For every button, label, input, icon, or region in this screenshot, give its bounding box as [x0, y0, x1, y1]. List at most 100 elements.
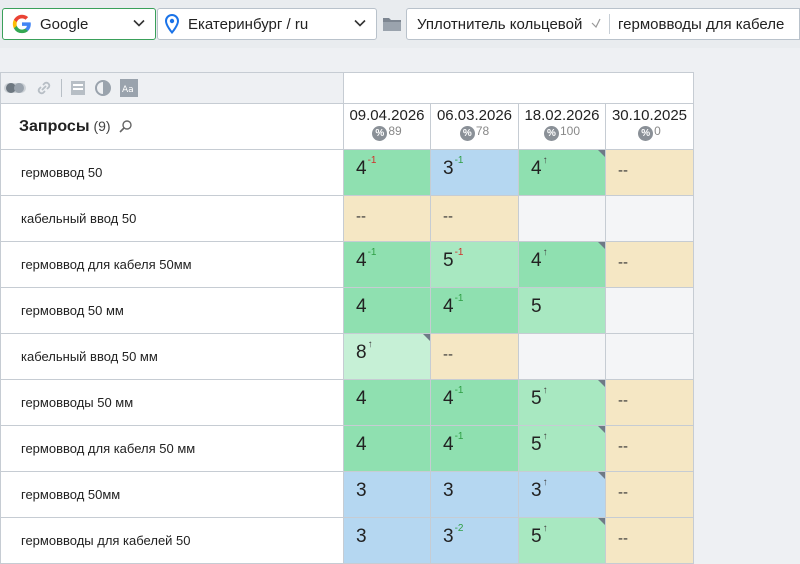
- keyword-group-selector[interactable]: Уплотнитель кольцевой гермовводы для каб…: [406, 8, 800, 40]
- position-value: 4: [356, 388, 367, 409]
- region-label: Екатеринбург / ru: [188, 15, 309, 33]
- position-value: --: [618, 484, 628, 501]
- query-cell[interactable]: гермоввод 50мм: [0, 471, 344, 518]
- position-cell[interactable]: --: [605, 149, 694, 196]
- position-value: 5: [531, 296, 542, 317]
- position-cell[interactable]: 3: [430, 471, 519, 518]
- position-cell[interactable]: --: [343, 195, 431, 242]
- contrast-icon[interactable]: [94, 79, 112, 97]
- query-cell[interactable]: гермоввод 50: [0, 149, 344, 196]
- position-value: 3: [443, 480, 454, 501]
- divider: [61, 79, 62, 97]
- position-value: --: [618, 254, 628, 271]
- keyword-group-1[interactable]: Уплотнитель кольцевой: [407, 16, 603, 33]
- position-cell[interactable]: 5 ↑: [518, 517, 606, 564]
- percent-icon: %: [372, 126, 388, 141]
- divider: [609, 14, 610, 34]
- position-cell[interactable]: 3 -2: [430, 517, 519, 564]
- position-cell[interactable]: [518, 333, 606, 380]
- folder-icon[interactable]: [382, 16, 402, 32]
- table-row: кабельный ввод 50 мм 8 ↑ --: [0, 333, 694, 380]
- position-cell[interactable]: 4 -1: [430, 287, 519, 334]
- table-icon[interactable]: [70, 80, 86, 96]
- position-cell[interactable]: [605, 195, 694, 242]
- query-cell[interactable]: гермоввод для кабеля 50 мм: [0, 425, 344, 472]
- search-icon[interactable]: [119, 119, 133, 133]
- position-cell[interactable]: 3 ↑: [518, 471, 606, 518]
- position-cell[interactable]: 4 -1: [343, 149, 431, 196]
- position-value: --: [618, 392, 628, 409]
- chevron-down-icon: [354, 19, 366, 27]
- position-cell[interactable]: 5 ↑: [518, 425, 606, 472]
- query-cell[interactable]: гермоввод для кабеля 50мм: [0, 241, 344, 288]
- date-label: 09.04.2026: [349, 107, 425, 124]
- position-cell[interactable]: [605, 287, 694, 334]
- percent-icon: %: [543, 126, 559, 141]
- position-cell[interactable]: 5 ↑: [518, 379, 606, 426]
- position-cell[interactable]: [605, 333, 694, 380]
- corner-marker-icon: [598, 150, 605, 157]
- coverage-value: 89: [388, 123, 402, 138]
- position-cell[interactable]: 5: [518, 287, 606, 334]
- query-cell[interactable]: гермовводы для кабелей 50: [0, 517, 344, 564]
- corner-marker-icon: [598, 380, 605, 387]
- region-select[interactable]: Екатеринбург / ru: [157, 8, 377, 40]
- position-cell[interactable]: 8 ↑: [343, 333, 431, 380]
- position-cell[interactable]: --: [605, 517, 694, 564]
- position-cell[interactable]: 4 -1: [343, 241, 431, 288]
- location-pin-icon: [164, 14, 180, 34]
- query-cell[interactable]: кабельный ввод 50: [0, 195, 344, 242]
- dates-header-top: [343, 72, 694, 104]
- font-size-icon[interactable]: Aa: [120, 79, 138, 97]
- table-row: гермоввод 50 мм 4 4 -1 5: [0, 287, 694, 334]
- position-cell[interactable]: --: [605, 425, 694, 472]
- position-value: --: [443, 208, 453, 225]
- position-cell[interactable]: 4 ↑: [518, 241, 606, 288]
- position-cell[interactable]: --: [605, 471, 694, 518]
- date-column-header[interactable]: 30.10.2025% 0: [605, 103, 694, 150]
- position-value: 4 -1: [443, 385, 464, 409]
- position-value: 4: [356, 296, 367, 317]
- queries-count: (9): [93, 117, 111, 134]
- position-change: -1: [367, 155, 377, 166]
- position-cell[interactable]: 4 -1: [430, 379, 519, 426]
- toggle-icon[interactable]: [3, 81, 27, 95]
- keyword-group-2[interactable]: гермовводы для кабеле: [618, 16, 784, 33]
- position-cell[interactable]: 3: [343, 471, 431, 518]
- tag-icon: [591, 18, 601, 28]
- date-column-header[interactable]: 18.02.2026% 100: [518, 103, 606, 150]
- position-cell[interactable]: 4: [343, 379, 431, 426]
- link-icon[interactable]: [35, 79, 53, 97]
- position-value: 4 -1: [443, 431, 464, 455]
- position-value: 4 -1: [356, 247, 377, 271]
- query-cell[interactable]: гермоввод 50 мм: [0, 287, 344, 334]
- search-engine-select[interactable]: Google: [2, 8, 156, 40]
- position-cell[interactable]: 3 -1: [430, 149, 519, 196]
- position-value: 8 ↑: [356, 339, 373, 363]
- position-value: --: [618, 438, 628, 455]
- position-cell[interactable]: 5 -1: [430, 241, 519, 288]
- position-value: 3 -1: [443, 155, 464, 179]
- position-cell[interactable]: 4: [343, 425, 431, 472]
- position-cell[interactable]: --: [430, 333, 519, 380]
- position-change: ↑: [542, 477, 548, 488]
- query-cell[interactable]: гермовводы 50 мм: [0, 379, 344, 426]
- position-cell[interactable]: 3: [343, 517, 431, 564]
- position-cell[interactable]: 4 -1: [430, 425, 519, 472]
- date-column-header[interactable]: 06.03.2026% 78: [430, 103, 519, 150]
- percent-icon: %: [638, 126, 654, 141]
- position-cell[interactable]: 4 ↑: [518, 149, 606, 196]
- date-column-header[interactable]: 09.04.2026% 89: [343, 103, 431, 150]
- query-cell[interactable]: кабельный ввод 50 мм: [0, 333, 344, 380]
- queries-header[interactable]: Запросы (9): [0, 103, 344, 150]
- position-cell[interactable]: --: [605, 379, 694, 426]
- position-cell[interactable]: --: [605, 241, 694, 288]
- position-cell[interactable]: [518, 195, 606, 242]
- position-value: --: [618, 530, 628, 547]
- table-row: кабельный ввод 50 -- --: [0, 195, 694, 242]
- position-value: --: [356, 208, 366, 225]
- position-value: 3 ↑: [531, 477, 548, 501]
- position-cell[interactable]: --: [430, 195, 519, 242]
- position-value: 4 ↑: [531, 155, 548, 179]
- position-cell[interactable]: 4: [343, 287, 431, 334]
